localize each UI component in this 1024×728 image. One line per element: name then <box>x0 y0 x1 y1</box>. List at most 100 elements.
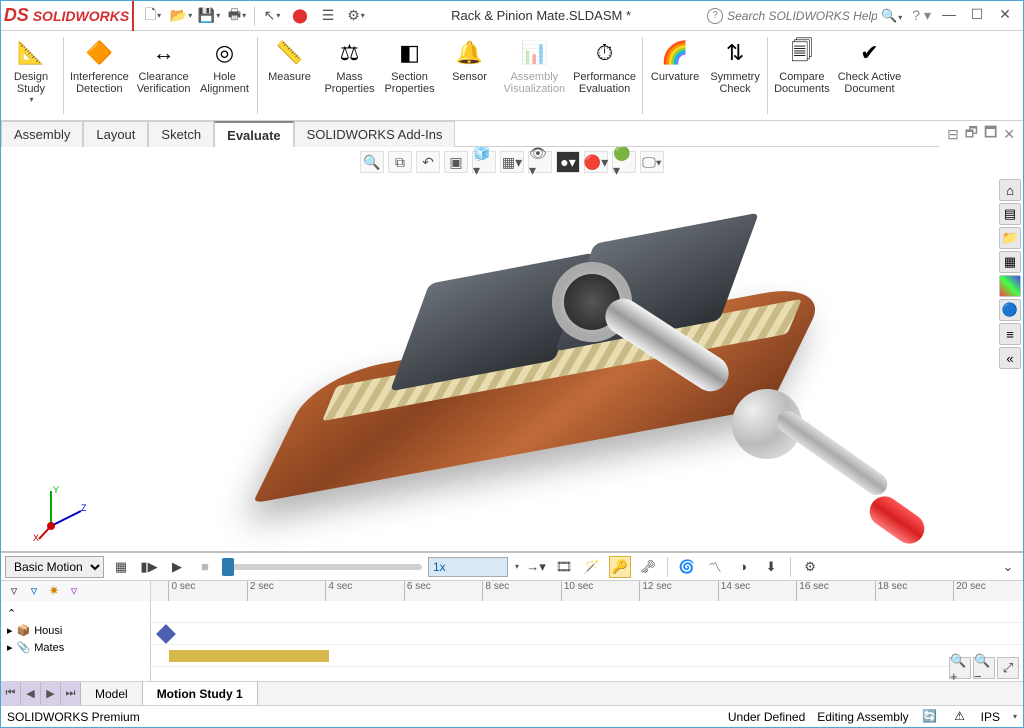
save-icon[interactable]: 💾▾ <box>196 4 222 28</box>
section-view-icon[interactable]: ▣ <box>444 151 468 173</box>
doc-max-icon[interactable]: 🗖 <box>984 122 997 146</box>
tree-collapse-icon[interactable]: ⌃ <box>1 605 150 622</box>
maximize-button[interactable]: ☐ <box>965 6 989 26</box>
tree-item-housing[interactable]: ▸📦Housi <box>1 622 150 639</box>
resources-icon[interactable]: ▤ <box>999 203 1021 225</box>
compare-documents-button[interactable]: 🗐Compare Documents <box>770 31 834 120</box>
play-start-icon[interactable]: ▮▶ <box>138 556 160 578</box>
search-input[interactable] <box>727 9 877 23</box>
performance-evaluation-button[interactable]: ⏱Performance Evaluation <box>569 31 640 120</box>
tree-item-mates[interactable]: ▸📎Mates <box>1 639 150 656</box>
hole-alignment-button[interactable]: ◎Hole Alignment <box>195 31 255 120</box>
keyframe-icon[interactable] <box>156 624 176 644</box>
appearances-icon[interactable] <box>999 275 1021 297</box>
tab-sketch[interactable]: Sketch <box>148 121 214 147</box>
home-icon[interactable]: ⌂ <box>999 179 1021 201</box>
symmetry-check-button[interactable]: ⇅Symmetry Check <box>705 31 765 120</box>
rebuild-icon[interactable]: ⬤ <box>287 4 313 28</box>
view-settings-icon[interactable]: 🖵▾ <box>640 151 664 173</box>
status-units[interactable]: IPS <box>981 710 1000 724</box>
collapse-motion-icon[interactable]: ⌄ <box>997 556 1019 578</box>
filter-icon[interactable]: ▿ <box>5 582 23 600</box>
options-list-icon[interactable]: ☰ <box>315 4 341 28</box>
calc-icon[interactable]: ▦ <box>110 556 132 578</box>
motion-bar[interactable] <box>169 650 329 662</box>
collapse-pane-icon[interactable]: « <box>999 347 1021 369</box>
timeline-tracks[interactable]: 🔍+ 🔍− ⤢ <box>151 601 1023 681</box>
graphics-area[interactable]: Y Z X ⌂ ▤ 📁 ▦ 🔵 ≡ « <box>1 177 1023 551</box>
tab-assembly[interactable]: Assembly <box>1 121 83 147</box>
spring-icon[interactable]: 〽 <box>704 556 726 578</box>
appearance-icon[interactable]: ●▾ <box>556 151 580 173</box>
status-warn-icon[interactable]: ⚠ <box>951 709 969 725</box>
minimize-button[interactable]: — <box>937 6 961 26</box>
addkey-icon[interactable]: 🗝 <box>637 556 659 578</box>
hide-show-icon[interactable]: 👁▾ <box>528 151 552 173</box>
render-icon[interactable]: 🟢▾ <box>612 151 636 173</box>
assembly-visualization-button[interactable]: 📊Assembly Visualization <box>500 31 570 120</box>
library-icon[interactable]: 📁 <box>999 227 1021 249</box>
tab-first-icon[interactable]: ⏮ <box>1 682 21 705</box>
curvature-button[interactable]: 🌈Curvature <box>645 31 705 120</box>
view-orient-icon[interactable]: 🧊▾ <box>472 151 496 173</box>
filter2-icon[interactable]: ▿ <box>25 582 43 600</box>
tab-layout[interactable]: Layout <box>83 121 148 147</box>
view-palette-icon[interactable]: ▦ <box>999 251 1021 273</box>
close-button[interactable]: ✕ <box>993 6 1017 26</box>
status-rebuild-icon[interactable]: 🔄 <box>921 709 939 725</box>
help-icon[interactable]: ? <box>707 8 723 24</box>
gravity-icon[interactable]: ⬇ <box>760 556 782 578</box>
design-study-button[interactable]: 📐Design Study▾ <box>1 31 61 120</box>
filter4-icon[interactable]: ▿ <box>65 582 83 600</box>
motion-settings-icon[interactable]: ⚙ <box>799 556 821 578</box>
display-style-icon[interactable]: ▦▾ <box>500 151 524 173</box>
bottom-tab-model[interactable]: Model <box>81 682 143 705</box>
zoom-fit-icon[interactable]: 🔍 <box>360 151 384 173</box>
custom-props-icon[interactable]: 🔵 <box>999 299 1021 321</box>
contact-icon[interactable]: ◑ <box>732 556 754 578</box>
settings-icon[interactable]: ⚙▾ <box>343 4 369 28</box>
save-anim-icon[interactable]: 🎞 <box>553 556 575 578</box>
zoom-area-icon[interactable]: ⧉ <box>388 151 412 173</box>
track-row[interactable] <box>151 623 1023 645</box>
zoom-out-icon[interactable]: 🔍− <box>973 657 995 679</box>
slider-thumb[interactable] <box>222 558 234 576</box>
timeline-ruler[interactable]: 0 sec 2 sec 4 sec 6 sec 8 sec 10 sec 12 … <box>151 581 1023 601</box>
anim-wizard-icon[interactable]: 🪄 <box>581 556 603 578</box>
clearance-verification-button[interactable]: ↔Clearance Verification <box>133 31 195 120</box>
playback-speed[interactable] <box>428 557 508 577</box>
select-icon[interactable]: ↖▾ <box>259 4 285 28</box>
tab-addins[interactable]: SOLIDWORKS Add-Ins <box>294 121 456 147</box>
tab-last-icon[interactable]: ⏭ <box>61 682 81 705</box>
stop-icon[interactable]: ■ <box>194 556 216 578</box>
motor-icon[interactable]: 🌀 <box>676 556 698 578</box>
track-row[interactable] <box>151 645 1023 667</box>
zoom-in-icon[interactable]: 🔍+ <box>949 657 971 679</box>
autokey-icon[interactable]: 🔑 <box>609 556 631 578</box>
loop-icon[interactable]: →▾ <box>525 556 547 578</box>
forum-icon[interactable]: ≡ <box>999 323 1021 345</box>
tab-prev-icon[interactable]: ◀ <box>21 682 41 705</box>
help-dropdown-icon[interactable]: ? ▾ <box>912 7 931 24</box>
print-icon[interactable]: 🖶▾ <box>224 4 250 28</box>
mass-properties-button[interactable]: ⚖Mass Properties <box>320 31 380 120</box>
search-icon[interactable]: 🔍▾ <box>881 8 902 24</box>
filter3-icon[interactable]: ✷ <box>45 582 63 600</box>
check-active-document-button[interactable]: ✔Check Active Document <box>834 31 906 120</box>
time-slider[interactable] <box>222 564 422 570</box>
prev-view-icon[interactable]: ↶ <box>416 151 440 173</box>
motion-mode-select[interactable]: Basic Motion <box>5 556 104 578</box>
tab-next-icon[interactable]: ▶ <box>41 682 61 705</box>
doc-close-icon[interactable]: ✕ <box>1003 126 1015 143</box>
open-icon[interactable]: 📂▾ <box>168 4 194 28</box>
view-triad[interactable]: Y Z X <box>31 481 91 541</box>
section-properties-button[interactable]: ◧Section Properties <box>380 31 440 120</box>
interference-detection-button[interactable]: 🔶Interference Detection <box>66 31 133 120</box>
zoom-fit-tl-icon[interactable]: ⤢ <box>997 657 1019 679</box>
tab-evaluate[interactable]: Evaluate <box>214 121 293 147</box>
doc-min-icon[interactable]: ⊟ <box>947 126 959 143</box>
play-icon[interactable]: ▶ <box>166 556 188 578</box>
bottom-tab-motion-study[interactable]: Motion Study 1 <box>143 682 258 705</box>
new-icon[interactable]: 🗋▾ <box>140 4 166 28</box>
measure-button[interactable]: 📏Measure <box>260 31 320 120</box>
